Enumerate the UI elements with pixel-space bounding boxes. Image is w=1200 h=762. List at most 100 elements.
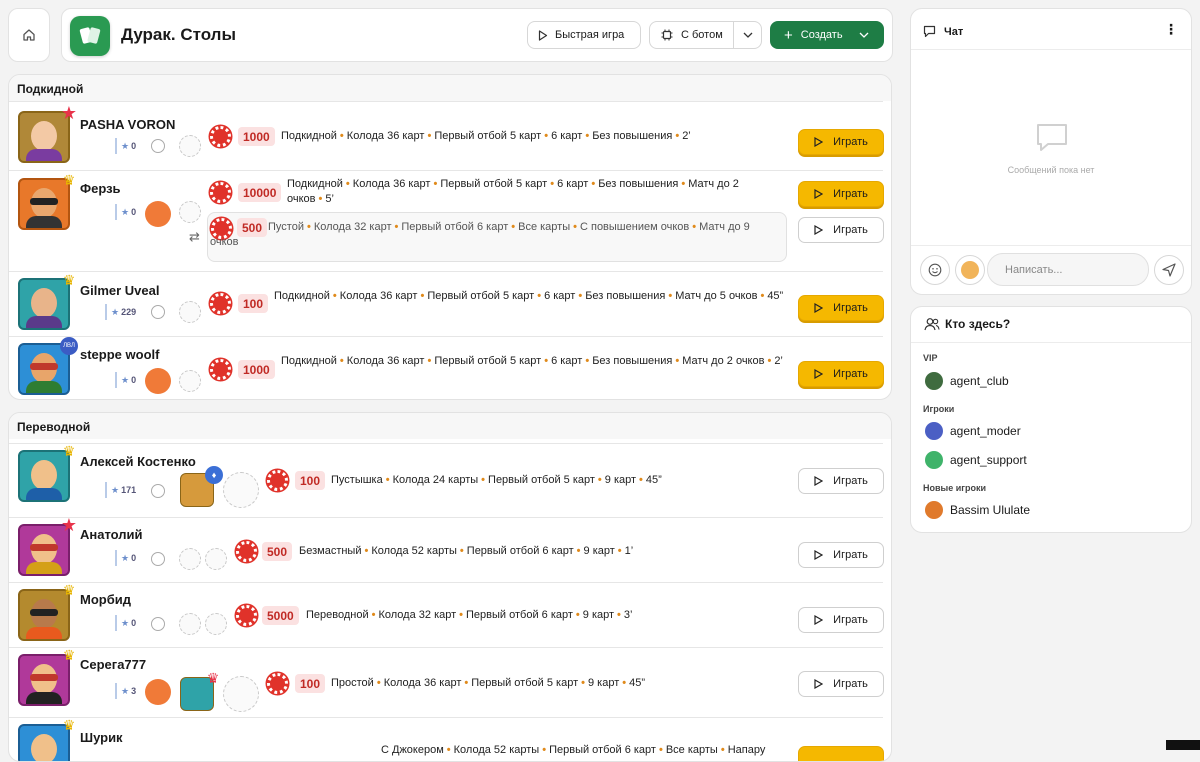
user-avatar xyxy=(925,501,943,519)
section-title: Переводной xyxy=(17,420,91,434)
crown-badge-icon: ♛ xyxy=(62,442,76,459)
player-name[interactable]: Шурик xyxy=(80,730,123,745)
player-name[interactable]: Серега777 xyxy=(80,657,146,672)
table-description: Подкидной • Колода 36 карт • Первый отбой 5 … xyxy=(274,290,784,302)
empty-seat[interactable] xyxy=(205,548,227,570)
chat-icon xyxy=(923,25,936,38)
quick-game-button[interactable]: Быстрая игра xyxy=(527,21,641,49)
empty-seat[interactable] xyxy=(179,613,201,635)
table-description: Безмастный • Колода 52 карты • Первый отбой … xyxy=(299,545,634,557)
player-name[interactable]: Ферзь xyxy=(80,181,121,196)
rating-star-icon: ★ xyxy=(111,306,120,317)
play-button[interactable]: Играть xyxy=(798,361,884,387)
chip-icon xyxy=(236,605,257,626)
friends-icon[interactable] xyxy=(145,368,171,394)
empty-seat[interactable] xyxy=(205,613,227,635)
play-icon xyxy=(814,303,824,313)
chip-icon xyxy=(210,293,231,314)
chip-icon xyxy=(210,359,231,380)
smile-icon xyxy=(151,617,165,631)
chip-icon xyxy=(267,470,288,491)
table-description: Подкидной • Колода 36 карт • Первый отбой 5 … xyxy=(281,355,783,367)
play-button[interactable]: Играть xyxy=(798,607,884,633)
play-icon xyxy=(814,189,824,199)
with-bot-button[interactable]: С ботом xyxy=(649,21,762,49)
play-button[interactable]: Играть xyxy=(798,129,884,155)
bet-amount: 100 xyxy=(295,471,326,490)
rating-star-icon: ★ xyxy=(121,206,130,217)
section-title: Подкидной xyxy=(17,82,84,96)
play-button[interactable]: Играть xyxy=(798,468,884,494)
smile-icon xyxy=(151,484,165,498)
player-name[interactable]: steppe woolf xyxy=(80,347,159,362)
table-row: ♛ Морбид ★ 0 5000 Переводной • Колода 32 ка… xyxy=(9,581,884,647)
bet-amount: 1000 xyxy=(238,127,275,146)
player-name[interactable]: Морбид xyxy=(80,592,131,607)
user-avatar xyxy=(925,372,943,390)
empty-seat[interactable] xyxy=(179,135,201,157)
player-rating: ★ 0 xyxy=(115,372,136,388)
play-button[interactable]: Играть xyxy=(798,217,884,243)
player-name[interactable]: PASHA VORON xyxy=(80,117,175,132)
table-description: Подкидной • Колода 36 карт • Первый отбой 5 … xyxy=(287,178,739,205)
online-user[interactable]: agent_moder xyxy=(925,422,1021,440)
table-description: Пустой • Колода 32 карт • Первый отбой 6 кар… xyxy=(210,221,750,248)
empty-seat[interactable] xyxy=(179,548,201,570)
friends-icon[interactable] xyxy=(145,201,171,227)
empty-seat[interactable] xyxy=(179,370,201,392)
online-user[interactable]: agent_support xyxy=(925,451,1027,469)
player-name[interactable]: Анатолий xyxy=(80,527,143,542)
crown-badge-icon: ♛ xyxy=(62,271,76,288)
sticker-button[interactable] xyxy=(955,255,985,285)
quick-game-label: Быстрая игра xyxy=(555,29,625,41)
empty-seat[interactable] xyxy=(179,301,201,323)
player-name[interactable]: Алексей Костенко xyxy=(80,454,196,469)
chat-panel: Чат ⋮ Сообщений пока нет Написать... xyxy=(910,8,1192,295)
friends-icon[interactable] xyxy=(145,679,171,705)
send-button[interactable] xyxy=(1154,255,1184,285)
with-bot-dropdown[interactable] xyxy=(734,32,761,38)
table-description: Пустышка • Колода 24 карты • Первый отбой 5 … xyxy=(331,474,662,486)
empty-seat[interactable] xyxy=(223,472,259,508)
play-button[interactable]: Играть xyxy=(798,671,884,697)
cards-logo-icon xyxy=(79,27,101,44)
play-icon xyxy=(814,679,824,689)
empty-seat[interactable] xyxy=(179,201,201,223)
trophy-badge-icon: ♦ xyxy=(205,466,223,484)
player-rating: ★ 3 xyxy=(115,683,136,699)
online-user[interactable]: agent_club xyxy=(925,372,1009,390)
home-button[interactable] xyxy=(8,8,50,62)
play-button[interactable]: Играть xyxy=(798,181,884,207)
crown-badge-icon: ♛ xyxy=(62,581,76,598)
play-button[interactable]: Играть xyxy=(798,295,884,321)
create-button[interactable]: + Создать xyxy=(770,21,884,49)
player-rating: ★ 0 xyxy=(115,550,136,566)
table-row: ЛВЛ steppe woolf ★ 0 1000 Подкидной • Колод… xyxy=(9,336,884,399)
chevron-down-icon xyxy=(743,32,752,38)
star-badge-icon: ★ xyxy=(60,102,78,123)
play-button[interactable]: Играть xyxy=(798,542,884,568)
empty-chat-icon xyxy=(1037,124,1067,151)
chat-input[interactable]: Написать... xyxy=(987,253,1149,286)
swap-icon: ⇄ xyxy=(189,229,200,244)
user-avatar xyxy=(925,422,943,440)
app-logo xyxy=(70,16,110,56)
player-rating: ★ 0 xyxy=(115,615,136,631)
smile-icon xyxy=(928,263,942,277)
play-button[interactable] xyxy=(798,746,884,761)
emoji-button[interactable] xyxy=(920,255,950,285)
bet-amount: 5000 xyxy=(262,606,299,625)
play-icon xyxy=(814,137,824,147)
rating-star-icon: ★ xyxy=(121,617,130,628)
send-icon xyxy=(1162,263,1176,277)
chevron-down-icon xyxy=(859,32,869,38)
section-perevodnoy: Переводной ♛ Алексей Костенко ★ 171 ♦ 100… xyxy=(8,412,892,762)
online-user[interactable]: Bassim Ululate xyxy=(925,501,1030,519)
rating-star-icon: ★ xyxy=(121,140,130,151)
more-menu-icon[interactable]: ⋮ xyxy=(1164,22,1178,36)
empty-seat[interactable] xyxy=(223,676,259,712)
player-name[interactable]: Gilmer Uveal xyxy=(80,283,160,298)
chip-icon xyxy=(661,29,673,41)
crown-badge-icon: ♛ xyxy=(62,171,76,188)
chat-empty-text: Сообщений пока нет xyxy=(1007,165,1095,175)
